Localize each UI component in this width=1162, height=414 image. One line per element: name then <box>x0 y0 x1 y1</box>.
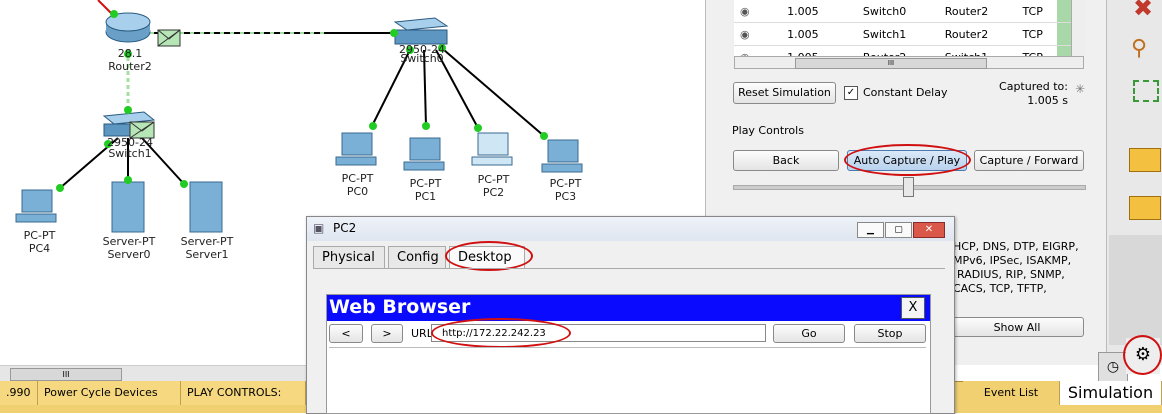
link-dot <box>124 176 132 184</box>
scrollbar-thumb[interactable]: III <box>10 368 122 381</box>
pc3-label: PC-PT PC3 <box>549 177 582 203</box>
show-all-button[interactable]: Show All <box>950 317 1084 337</box>
tab-physical[interactable]: Physical <box>313 246 385 268</box>
eye-icon: ◉ <box>734 0 782 23</box>
event-list-horizontal-scrollbar[interactable]: III <box>734 56 1084 69</box>
close-window-button[interactable]: ✕ <box>913 222 945 238</box>
captured-to-value: 1.005 s <box>1027 94 1068 107</box>
link-dot <box>180 180 188 188</box>
capture-forward-button[interactable]: Capture / Forward <box>974 150 1084 171</box>
inspect-icon[interactable]: ⚲ <box>1131 36 1147 61</box>
browser-title: Web Browser <box>329 296 471 318</box>
browser-title-bar: Web Browser X <box>327 295 930 321</box>
pdu-envelope-icon <box>157 29 181 47</box>
speed-slider-thumb[interactable] <box>903 177 914 197</box>
link-dot <box>110 10 118 18</box>
constant-delay-label: Constant Delay <box>863 86 948 99</box>
link-dot <box>56 184 64 192</box>
server0-label: Server-PT Server0 <box>102 235 156 261</box>
resize-shape-icon[interactable] <box>1133 80 1159 102</box>
pc-window-icon: ▣ <box>313 221 325 235</box>
pc0-label: PC-PT PC0 <box>341 172 374 198</box>
constant-delay-checkbox[interactable]: ✓ <box>844 86 858 100</box>
browser-back-button[interactable]: < <box>329 324 363 343</box>
time-display: .990 <box>0 381 38 405</box>
eye-icon: ◉ <box>734 22 782 46</box>
link-dot <box>369 122 377 130</box>
pc2-title-bar[interactable]: ▣ PC2 ▁ ▢ ✕ <box>307 217 954 241</box>
pc4-label: PC-PT PC4 <box>23 229 56 255</box>
play-controls-heading: Play Controls <box>732 124 804 137</box>
maximize-button[interactable]: ▢ <box>885 222 912 238</box>
switch0-label: 2950-24 Switch0 <box>399 43 445 65</box>
minimize-button[interactable]: ▁ <box>857 222 884 238</box>
server1-label: Server-PT Server1 <box>180 235 234 261</box>
browser-content-area[interactable] <box>329 347 926 412</box>
canvas-horizontal-scrollbar[interactable]: III <box>0 365 306 382</box>
stop-button[interactable]: Stop <box>854 324 926 343</box>
link-dot <box>390 29 398 37</box>
annotation-oval <box>445 241 533 271</box>
web-browser[interactable]: Web Browser X < > URL http://172.22.242.… <box>326 294 931 414</box>
pc1-label: PC-PT PC1 <box>409 177 442 203</box>
table-row[interactable]: ◉ 1.005 Switch0 Router2 TCP <box>734 0 1084 23</box>
add-complex-pdu-icon[interactable] <box>1129 196 1161 220</box>
browser-forward-button[interactable]: > <box>371 324 403 343</box>
event-list-toggle-button[interactable]: Event List <box>963 381 1060 405</box>
power-cycle-button[interactable]: Power Cycle Devices <box>38 381 181 405</box>
play-controls-label: PLAY CONTROLS: <box>181 381 306 405</box>
link-dot <box>422 122 430 130</box>
table-row[interactable]: ◉ 1.005 Switch1 Router2 TCP <box>734 22 1084 46</box>
tab-divider <box>313 268 945 269</box>
annotation-oval <box>844 144 971 176</box>
star-icon: ✳ <box>1075 82 1086 96</box>
switch1-label: 2950-24 Switch1 <box>107 136 153 160</box>
add-simple-pdu-icon[interactable] <box>1129 148 1161 172</box>
event-list-vertical-scrollbar[interactable] <box>1071 0 1085 56</box>
right-toolbar: ✖ ⚲ <box>1106 0 1162 365</box>
pc2-label: PC-PT PC2 <box>477 173 510 199</box>
link-dot <box>540 132 548 140</box>
annotation-oval <box>431 318 571 348</box>
window-title: PC2 <box>333 221 357 235</box>
simulation-mode-tab[interactable]: Simulation <box>1060 381 1162 405</box>
annotation-oval <box>1123 335 1162 375</box>
router-label: 28.1 Router2 <box>108 47 152 73</box>
back-button[interactable]: Back <box>733 150 839 171</box>
event-filter-text: HCP, DNS, DTP, EIGRP, MPv6, IPSec, ISAKM… <box>953 240 1079 295</box>
browser-close-button[interactable]: X <box>901 297 925 319</box>
tab-config[interactable]: Config <box>388 246 446 268</box>
toolbar-lower <box>1109 235 1162 345</box>
link-dot <box>474 124 482 132</box>
reset-simulation-button[interactable]: Reset Simulation <box>733 82 836 104</box>
captured-to-label: Captured to: <box>999 80 1068 93</box>
url-label: URL <box>411 327 433 340</box>
link-dot <box>124 106 132 114</box>
delete-icon[interactable]: ✖ <box>1133 0 1153 22</box>
go-button[interactable]: Go <box>773 324 845 343</box>
